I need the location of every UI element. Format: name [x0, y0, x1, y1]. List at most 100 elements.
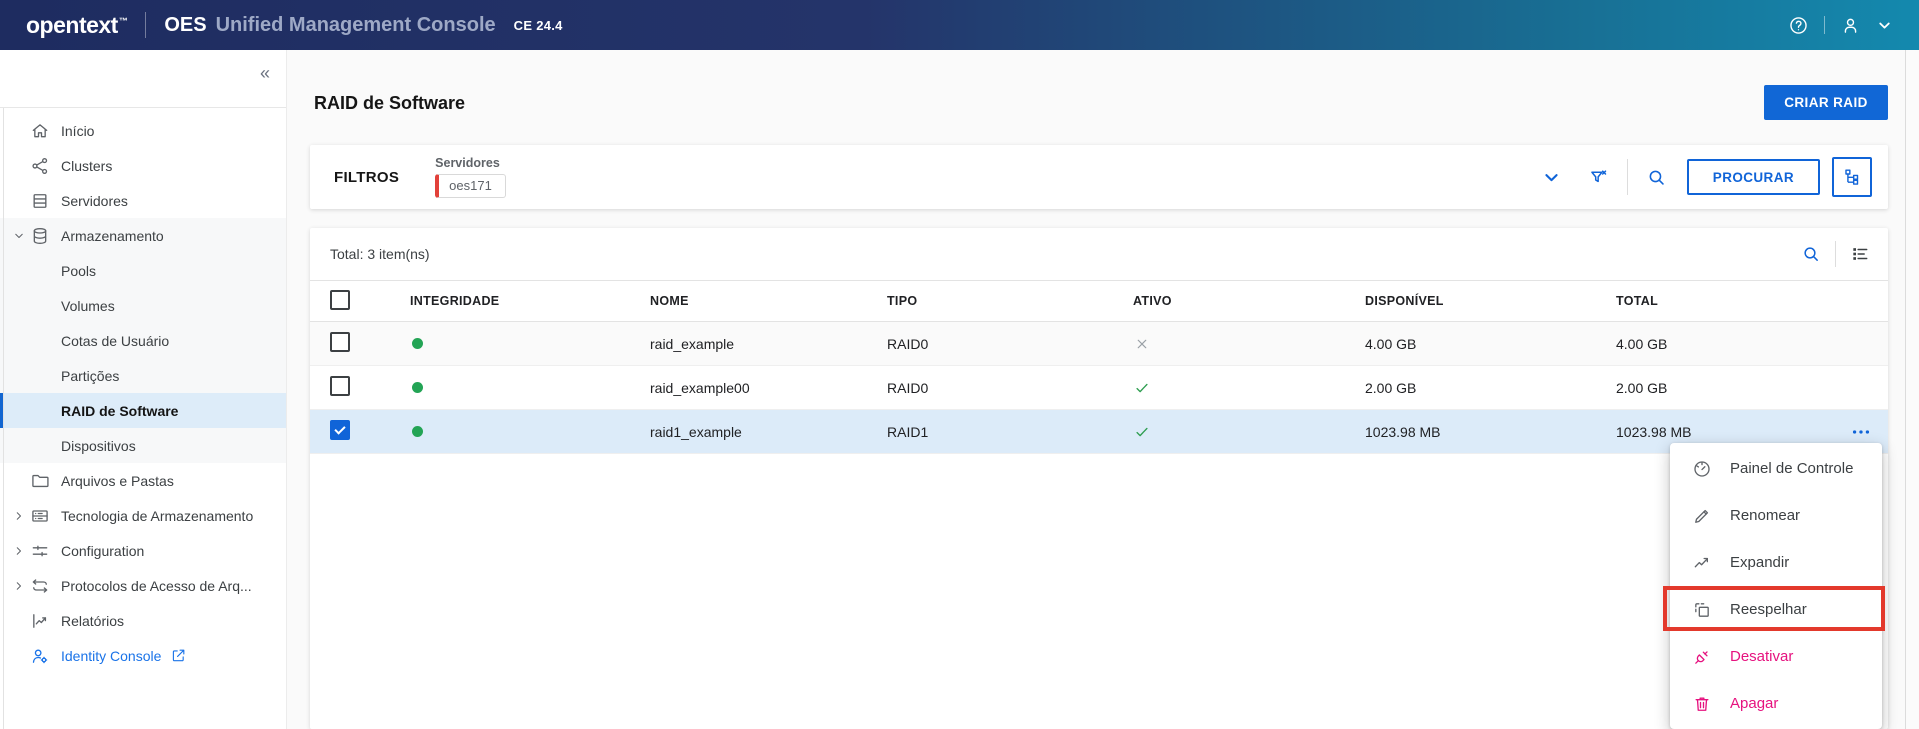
- raid-table-card: Total: 3 item(ns) INTEGRIDADE NOME TIPO ATI…: [310, 228, 1888, 729]
- sidebar-item-label: RAID de Software: [61, 402, 179, 419]
- row-checkbox[interactable]: [330, 376, 350, 396]
- sidebar-item-inicio[interactable]: Início: [0, 113, 286, 148]
- icon-spacer: [30, 366, 50, 386]
- icon-spacer: [30, 436, 50, 456]
- menu-item-label: Painel de Controle: [1730, 460, 1854, 477]
- search-icon[interactable]: [1646, 167, 1667, 188]
- column-header-ativo[interactable]: ATIVO: [1133, 294, 1365, 308]
- sidebar-item-label: Protocolos de Acesso de Arq...: [61, 577, 252, 594]
- version-badge: CE 24.4: [513, 17, 563, 33]
- active-check-icon: [1133, 423, 1151, 441]
- raid-total: 2.00 GB: [1616, 379, 1668, 396]
- menu-item-desativar[interactable]: Desativar: [1670, 633, 1882, 680]
- menu-item-reespelhar[interactable]: Reespelhar: [1670, 586, 1882, 633]
- table-body: raid_example RAID0 4.00 GB 4.00 GB raid_exam…: [310, 322, 1888, 454]
- chevron-right-icon[interactable]: [8, 545, 30, 557]
- icon-spacer: [30, 331, 50, 351]
- identity-icon: [30, 646, 50, 666]
- page-scrollbar[interactable]: [1905, 50, 1919, 729]
- clear-filter-icon[interactable]: [1588, 167, 1609, 188]
- menu-item-label: Desativar: [1730, 648, 1794, 665]
- chevron-down-icon[interactable]: [1541, 167, 1562, 188]
- sidebar-item-label: Servidores: [61, 192, 128, 209]
- remirror-icon: [1692, 600, 1712, 620]
- table-search-icon[interactable]: [1801, 244, 1821, 264]
- menu-item-apagar[interactable]: Apagar: [1670, 680, 1882, 727]
- sidebar-item-identity-console[interactable]: Identity Console: [0, 638, 286, 673]
- sidebar-item-label: Arquivos e Pastas: [61, 472, 174, 489]
- sidebar-item-cotas-de-usuario[interactable]: Cotas de Usuário: [0, 323, 286, 358]
- gauge-icon: [1692, 459, 1712, 479]
- sidebar-item-particoes[interactable]: Partições: [0, 358, 286, 393]
- table-row-raid_example00[interactable]: raid_example00 RAID0 2.00 GB 2.00 GB: [310, 366, 1888, 410]
- raid-name: raid_example: [650, 335, 735, 352]
- sidebar-item-protocolos-de-acesso[interactable]: Protocolos de Acesso de Arq...: [0, 568, 286, 603]
- raid-type: RAID1: [887, 423, 929, 440]
- sidebar-item-arquivos-e-pastas[interactable]: Arquivos e Pastas: [0, 463, 286, 498]
- menu-item-label: Reespelhar: [1730, 601, 1807, 618]
- sidebar-item-raid-de-software[interactable]: RAID de Software: [0, 393, 286, 428]
- help-icon[interactable]: [1788, 15, 1809, 36]
- server-filter-chip[interactable]: oes171: [435, 174, 506, 198]
- user-icon[interactable]: [1840, 15, 1861, 36]
- sidebar-item-configuration[interactable]: Configuration: [0, 533, 286, 568]
- sidebar-item-tecnologia-de-armazenamento[interactable]: Tecnologia de Armazenamento: [0, 498, 286, 533]
- sidebar-item-armazenamento[interactable]: Armazenamento: [0, 218, 286, 253]
- chevron-right-icon[interactable]: [8, 510, 30, 522]
- table-row-raid_example[interactable]: raid_example RAID0 4.00 GB 4.00 GB: [310, 322, 1888, 366]
- menu-item-expandir[interactable]: Expandir: [1670, 539, 1882, 586]
- health-dot: [412, 425, 423, 437]
- column-header-total[interactable]: TOTAL: [1616, 294, 1888, 308]
- sidebar-item-label: Volumes: [61, 297, 115, 314]
- menu-item-painel-de-controle[interactable]: Painel de Controle: [1670, 445, 1882, 492]
- trend-icon: [1692, 553, 1712, 573]
- menu-item-renomear[interactable]: Renomear: [1670, 492, 1882, 539]
- menu-item-label: Expandir: [1730, 554, 1790, 571]
- sidebar-item-label: Identity Console: [61, 647, 162, 664]
- user-menu-chevron-icon[interactable]: [1876, 17, 1893, 34]
- column-settings-icon[interactable]: [1850, 244, 1870, 264]
- row-checkbox[interactable]: [330, 332, 350, 352]
- trash-icon: [1692, 694, 1712, 714]
- menu-item-label: Apagar: [1730, 695, 1779, 712]
- raid-total: 4.00 GB: [1616, 335, 1668, 352]
- page-title: RAID de Software: [314, 93, 466, 113]
- sidebar-item-servidores[interactable]: Servidores: [0, 183, 286, 218]
- raid-type: RAID0: [887, 335, 929, 352]
- pencil-icon: [1692, 506, 1712, 526]
- row-checkbox[interactable]: [330, 420, 350, 440]
- column-header-nome[interactable]: NOME: [650, 294, 887, 308]
- trademark: ™: [118, 15, 128, 26]
- reports-icon: [30, 611, 50, 631]
- sidebar-item-relatorios[interactable]: Relatórios: [0, 603, 286, 638]
- column-header-tipo[interactable]: TIPO: [887, 294, 1133, 308]
- sidebar-item-dispositivos[interactable]: Dispositivos: [0, 428, 286, 463]
- raid-available: 2.00 GB: [1365, 379, 1417, 396]
- sidebar-item-volumes[interactable]: Volumes: [0, 288, 286, 323]
- sidebar-item-label: Clusters: [61, 157, 113, 174]
- sidebar-item-clusters[interactable]: Clusters: [0, 148, 286, 183]
- raid-total: 1023.98 MB: [1616, 423, 1692, 440]
- storage-icon: [30, 226, 50, 246]
- table-row-raid1_example[interactable]: raid1_example RAID1 1023.98 MB 1023.98 MB: [310, 410, 1888, 454]
- sidebar-item-label: Dispositivos: [61, 437, 136, 454]
- sidebar-collapse-button[interactable]: «: [260, 64, 270, 82]
- app-root: opentext™ OES Unified Management Console…: [0, 0, 1919, 729]
- row-more-icon[interactable]: [1850, 421, 1872, 443]
- opentext-logo: opentext™: [26, 11, 128, 38]
- app-header: opentext™ OES Unified Management Console…: [0, 0, 1919, 50]
- column-header-integridade[interactable]: INTEGRIDADE: [410, 294, 650, 308]
- folder-icon: [30, 471, 50, 491]
- select-all-checkbox[interactable]: [330, 289, 350, 310]
- sidebar-item-label: Tecnologia de Armazenamento: [61, 507, 254, 524]
- tree-view-button[interactable]: [1832, 157, 1872, 197]
- sidebar-item-label: Pools: [61, 262, 97, 279]
- sidebar-item-pools[interactable]: Pools: [0, 253, 286, 288]
- create-raid-button[interactable]: CRIAR RAID: [1764, 85, 1888, 120]
- raid-name: raid_example00: [650, 379, 750, 396]
- chevron-down-icon[interactable]: [8, 230, 30, 242]
- product-name: OES: [164, 13, 207, 36]
- chevron-right-icon[interactable]: [8, 580, 30, 592]
- search-button[interactable]: PROCURAR: [1686, 159, 1820, 195]
- column-header-disponível[interactable]: DISPONÍVEL: [1365, 294, 1616, 308]
